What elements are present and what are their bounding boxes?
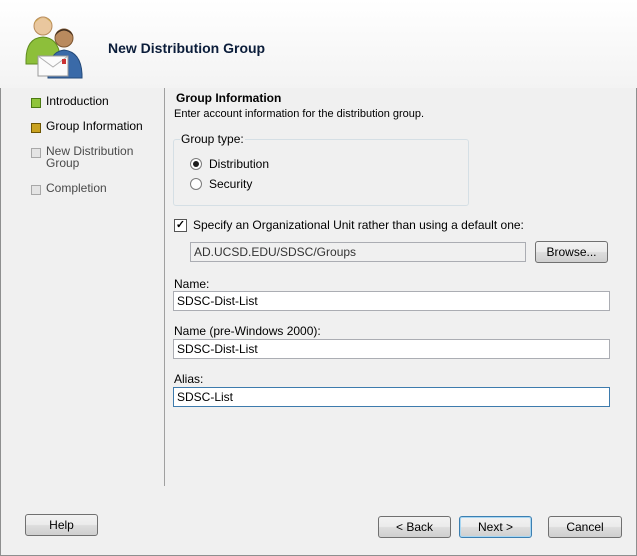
section-description: Enter account information for the distri…: [174, 108, 425, 120]
security-radio-label[interactable]: Security: [209, 177, 252, 191]
name-label: Name:: [174, 277, 210, 291]
section-title: Group Information: [176, 91, 282, 105]
step-current-icon: [31, 123, 41, 133]
step-new-distribution-group: New Distribution Group: [28, 145, 162, 182]
name-input[interactable]: SDSC-Dist-List: [173, 291, 610, 311]
ou-path-field[interactable]: AD.UCSD.EDU/SDSC/Groups: [190, 242, 526, 262]
next-button[interactable]: Next >: [459, 516, 532, 538]
help-button[interactable]: Help: [25, 514, 98, 536]
security-radio[interactable]: [190, 178, 202, 190]
group-type-box: [173, 139, 469, 206]
users-icon: [20, 14, 90, 80]
ou-checkbox[interactable]: ✓: [174, 219, 187, 232]
step-label: Group Information: [46, 119, 143, 133]
alias-input[interactable]: SDSC-List: [173, 387, 610, 407]
back-button[interactable]: < Back: [378, 516, 451, 538]
step-done-icon: [31, 98, 41, 108]
pre2000-name-label: Name (pre-Windows 2000):: [174, 324, 321, 338]
step-label: New Distribution Group: [46, 144, 134, 170]
pre2000-name-input[interactable]: SDSC-Dist-List: [173, 339, 610, 359]
step-introduction: Introduction: [28, 95, 162, 120]
group-type-legend: Group type:: [180, 132, 245, 146]
distribution-radio[interactable]: [190, 158, 202, 170]
alias-label: Alias:: [174, 372, 204, 386]
step-label: Completion: [46, 181, 107, 195]
step-label: Introduction: [46, 94, 109, 108]
distribution-radio-label[interactable]: Distribution: [209, 157, 269, 171]
browse-button[interactable]: Browse...: [535, 241, 608, 263]
cancel-button[interactable]: Cancel: [548, 516, 622, 538]
step-pending-icon: [31, 185, 41, 195]
wizard-header: New Distribution Group: [0, 0, 637, 88]
steps-divider: [164, 88, 165, 486]
wizard-title: New Distribution Group: [108, 40, 266, 56]
step-pending-icon: [31, 148, 41, 158]
step-completion: Completion: [28, 182, 162, 207]
ou-checkbox-label[interactable]: Specify an Organizational Unit rather th…: [193, 218, 524, 232]
step-group-information: Group Information: [28, 120, 162, 145]
wizard-steps: Introduction Group Information New Distr…: [28, 95, 162, 207]
